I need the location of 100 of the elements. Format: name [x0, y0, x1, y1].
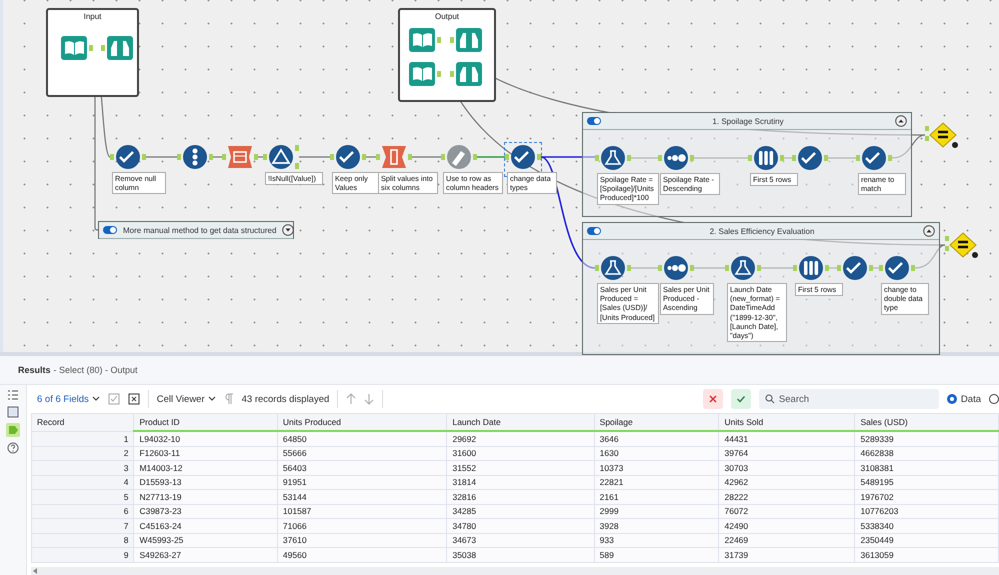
search-field[interactable]: Search — [758, 389, 939, 409]
column-header[interactable]: Record — [32, 414, 134, 431]
table-cell: 9 — [32, 548, 134, 562]
close-box-icon[interactable] — [128, 393, 140, 405]
column-header[interactable]: Sales (USD) — [854, 414, 998, 431]
connector-line — [146, 156, 177, 158]
column-header[interactable]: Product ID — [134, 414, 278, 431]
table-cell: 31552 — [446, 460, 594, 475]
table-cell: 1976702 — [854, 490, 998, 504]
column-header[interactable]: Units Produced — [277, 414, 447, 431]
test-tubes-circle-icon[interactable] — [793, 254, 829, 282]
table-cell: 4662838 — [854, 446, 998, 460]
table-cell: 22469 — [718, 533, 855, 548]
table-cell: 37610 — [277, 533, 447, 548]
table-cell: 5489195 — [854, 475, 998, 490]
help-icon[interactable] — [7, 442, 19, 454]
table-cell: 71066 — [277, 518, 447, 533]
table-cell: 1630 — [594, 446, 719, 460]
table-cell: 31814 — [446, 475, 594, 490]
flask-circle-icon[interactable] — [595, 254, 631, 282]
table-cell: 42490 — [718, 518, 855, 533]
table-cell: 10776203 — [854, 504, 998, 518]
check-circle-icon[interactable] — [837, 254, 873, 282]
check-circle-icon[interactable] — [110, 143, 146, 171]
caret-icon — [92, 396, 100, 402]
container-title: More manual method to get data structured — [123, 226, 276, 234]
pencil-circle-icon[interactable] — [441, 143, 477, 171]
flask-circle-icon[interactable] — [725, 254, 761, 282]
dots-circle-icon[interactable] — [658, 144, 694, 172]
expand-icon[interactable] — [282, 224, 294, 236]
table-cell: 5 — [32, 490, 134, 504]
toggle-switch[interactable] — [587, 227, 601, 235]
union-diamond-icon[interactable] — [925, 121, 961, 149]
column-header[interactable]: Units Sold — [718, 414, 855, 431]
column-header[interactable]: Spoilage — [594, 414, 719, 431]
check-circle-icon[interactable] — [856, 144, 892, 172]
table-cell: 29692 — [446, 431, 594, 446]
table-cell: C39873-23 — [134, 504, 278, 518]
table-cell: L94032-10 — [134, 431, 278, 446]
table-cell: 39764 — [718, 446, 855, 460]
container-title: Output — [434, 12, 460, 21]
toggle-switch[interactable] — [587, 117, 601, 125]
cancel-button[interactable] — [702, 389, 723, 409]
caret-icon — [208, 396, 216, 402]
table-cell: 589 — [594, 548, 719, 562]
table-cell: 2161 — [594, 490, 719, 504]
table-cell: 2999 — [594, 504, 719, 518]
collapse-icon[interactable] — [923, 225, 935, 237]
fields-dropdown[interactable]: 6 of 6 Fields — [37, 394, 100, 404]
table-cell: 76072 — [718, 504, 855, 518]
connector-line — [631, 267, 658, 269]
connector-line — [299, 156, 330, 158]
scroll-left-icon[interactable] — [31, 567, 39, 575]
table-cell: 34673 — [446, 533, 594, 548]
column-icon[interactable] — [376, 143, 412, 171]
checkbox-icon[interactable] — [108, 393, 120, 405]
table-cell: D15593-13 — [134, 475, 278, 490]
table-cell: 8 — [32, 533, 134, 548]
table-cell: 30703 — [718, 460, 855, 475]
panel-icon[interactable] — [7, 406, 19, 418]
table-cell: 7 — [32, 518, 134, 533]
table-cell: 3928 — [594, 518, 719, 533]
table-cell: 64850 — [277, 431, 447, 446]
table-cell: 31600 — [446, 446, 594, 460]
container-title: Input — [82, 12, 102, 21]
check-icon — [736, 394, 746, 404]
cell-viewer-dropdown[interactable]: Cell Viewer — [156, 394, 216, 404]
collapse-icon[interactable] — [895, 115, 907, 127]
table-cell: 53144 — [277, 490, 447, 504]
table-cell: 91951 — [277, 475, 447, 490]
check-circle-icon[interactable] — [505, 143, 541, 171]
check-circle-icon[interactable] — [792, 144, 828, 172]
table-cell: 4 — [32, 475, 134, 490]
table-cell: 28222 — [718, 490, 855, 504]
search-icon — [764, 394, 775, 404]
view-radio[interactable] — [989, 394, 999, 404]
test-tubes-circle-icon[interactable] — [748, 144, 784, 172]
table-arrow-icon[interactable] — [222, 143, 258, 171]
confirm-button[interactable] — [730, 389, 751, 409]
table-cell: 34780 — [446, 518, 594, 533]
table-cell: 44431 — [718, 431, 855, 446]
check-circle-icon[interactable] — [879, 254, 915, 282]
list-icon[interactable] — [7, 389, 19, 401]
dots-circle-icon[interactable] — [658, 254, 694, 282]
close-icon — [708, 394, 718, 404]
table-cell: 49560 — [277, 548, 447, 562]
triangle-circle-icon[interactable] — [263, 143, 299, 171]
check-circle-icon[interactable] — [330, 143, 366, 171]
union-diamond-icon[interactable] — [945, 231, 981, 259]
column-header[interactable]: Launch Date — [446, 414, 594, 431]
table-cell: 42962 — [718, 475, 855, 490]
table-cell: 5289339 — [854, 431, 998, 446]
container-title: 2. Sales Efficiency Evaluation — [708, 226, 816, 236]
container-title: 1. Spoilage Scrutiny — [711, 116, 785, 126]
view-radio[interactable]: Data — [946, 394, 981, 404]
horizontal-scrollbar[interactable] — [31, 567, 999, 575]
flask-circle-icon[interactable] — [595, 144, 631, 172]
toggle-switch[interactable] — [103, 226, 117, 234]
table-cell: 5338340 — [854, 518, 998, 533]
table-cell: 2350449 — [854, 533, 998, 548]
